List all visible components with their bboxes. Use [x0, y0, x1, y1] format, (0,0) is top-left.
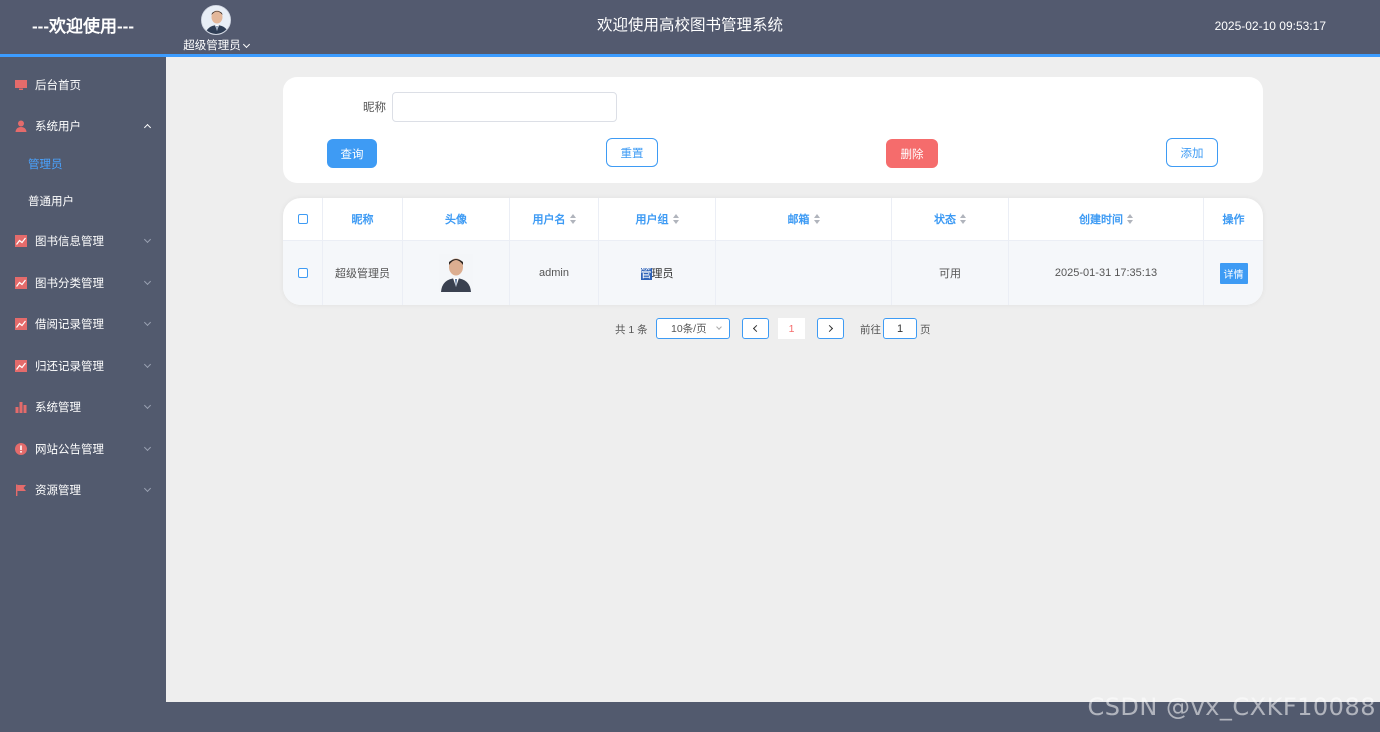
- sidebar-item-label: 后台首页: [35, 80, 81, 92]
- sidebar-subitem-admins[interactable]: 管理员: [0, 146, 166, 182]
- avatar: [439, 254, 473, 292]
- sidebar-item-label: 网站公告管理: [35, 444, 104, 456]
- cell-username: admin: [510, 241, 599, 305]
- table-header: 昵称 头像 用户名 用户组 邮箱 状态 创建时间 操作: [283, 198, 1263, 241]
- sort-icon[interactable]: [960, 214, 966, 224]
- column-header-status[interactable]: 状态: [892, 198, 1009, 240]
- column-header-user-group[interactable]: 用户组: [599, 198, 716, 240]
- cell-nickname: 超级管理员: [323, 241, 403, 305]
- cell-actions: 详情: [1204, 241, 1263, 305]
- sidebar-item-system-management[interactable]: 系统管理: [0, 387, 166, 427]
- sidebar-item-resources[interactable]: 资源管理: [0, 470, 166, 510]
- row-checkbox[interactable]: [297, 268, 308, 278]
- cell-avatar: [403, 241, 510, 305]
- sidebar-item-label: 资源管理: [35, 485, 81, 497]
- bar-chart-icon: [15, 401, 27, 413]
- sidebar-item-system-users[interactable]: 系统用户: [0, 106, 166, 146]
- cell-created-time: 2025-01-31 17:35:13: [1009, 241, 1204, 305]
- goto-page-input[interactable]: [883, 318, 917, 339]
- sidebar-subitem-normal-users[interactable]: 普通用户: [0, 183, 166, 219]
- chevron-down-icon: [143, 484, 152, 493]
- cell-email: [716, 241, 892, 305]
- page-size-select[interactable]: 10条/页: [656, 318, 730, 339]
- sidebar-item-label: 图书信息管理: [35, 236, 104, 248]
- sidebar-item-return-records[interactable]: 归还记录管理: [0, 346, 166, 386]
- sort-icon[interactable]: [1127, 214, 1133, 224]
- column-header-actions: 操作: [1222, 214, 1245, 226]
- pagination-total: 共 1 条: [615, 324, 648, 336]
- chevron-down-icon: [143, 277, 152, 286]
- prev-page-button[interactable]: [742, 318, 769, 339]
- table-row: 超级管理员 admin 管理员 可用 2025-01-31 17:35:13 详…: [283, 241, 1263, 305]
- goto-label: 前往: [860, 324, 881, 336]
- sort-icon[interactable]: [672, 214, 679, 224]
- delete-button[interactable]: 删除: [886, 139, 938, 168]
- chevron-down-icon: [143, 401, 152, 410]
- cell-status: 可用: [892, 241, 1009, 305]
- selected-text: 管: [640, 268, 652, 280]
- current-datetime: 2025-02-10 09:53:17: [1214, 19, 1326, 33]
- chart-line-icon: [15, 318, 27, 330]
- column-header-avatar: 头像: [403, 198, 510, 240]
- column-header-email[interactable]: 邮箱: [716, 198, 892, 240]
- chart-line-icon: [15, 235, 27, 247]
- column-header-username[interactable]: 用户名: [510, 198, 599, 240]
- user-menu[interactable]: 超级管理员: [180, 5, 252, 53]
- next-page-button[interactable]: [817, 318, 844, 339]
- page-number-1[interactable]: 1: [778, 318, 805, 339]
- sidebar-item-label: 图书分类管理: [35, 278, 104, 290]
- chevron-down-icon: [143, 318, 152, 327]
- sidebar-item-announcements[interactable]: 网站公告管理: [0, 429, 166, 469]
- detail-button[interactable]: 详情: [1219, 262, 1248, 284]
- page-size-value: 10条/页: [671, 323, 707, 335]
- brand-title: ---欢迎使用---: [32, 17, 134, 36]
- sort-icon[interactable]: [813, 214, 820, 224]
- chevron-right-icon: [825, 324, 834, 333]
- chevron-up-icon: [143, 123, 152, 132]
- column-header-nickname: 昵称: [323, 198, 403, 240]
- group-text: 理员: [651, 268, 674, 280]
- query-button[interactable]: 查询: [327, 139, 377, 168]
- sidebar-item-label: 借阅记录管理: [35, 319, 104, 331]
- flag-icon: [15, 484, 27, 496]
- chart-line-icon: [15, 360, 27, 372]
- chevron-down-icon: [242, 40, 250, 49]
- sidebar-item-label: 归还记录管理: [35, 361, 104, 373]
- sidebar-item-label: 系统管理: [35, 402, 81, 414]
- user-avatar: [201, 5, 231, 35]
- chevron-left-icon: [752, 324, 761, 333]
- main-content: 昵称 查询 重置 删除 添加 昵称 头像 用户名 用户组 邮箱 状态 创建时间 …: [166, 57, 1380, 702]
- sidebar-item-dashboard[interactable]: 后台首页: [0, 65, 166, 105]
- top-header: ---欢迎使用--- 超级管理员 欢迎使用高校图书管理系统 2025-02-10…: [0, 0, 1380, 54]
- nickname-input[interactable]: [392, 92, 617, 122]
- chevron-down-icon: [143, 235, 152, 244]
- sidebar-item-borrow-records[interactable]: 借阅记录管理: [0, 304, 166, 344]
- sidebar-item-book-category[interactable]: 图书分类管理: [0, 263, 166, 303]
- add-button[interactable]: 添加: [1166, 138, 1218, 167]
- column-header-created-time[interactable]: 创建时间: [1009, 198, 1204, 240]
- watermark: CSDN @vx_CXKF10088: [1087, 693, 1376, 721]
- info-icon: [15, 443, 27, 455]
- sidebar-item-book-info[interactable]: 图书信息管理: [0, 221, 166, 261]
- sidebar: 后台首页 系统用户 管理员 普通用户 图书信息管理 图书分类管理 借阅记录管理: [0, 57, 166, 732]
- chevron-down-icon: [143, 443, 152, 452]
- user-icon: [15, 120, 27, 132]
- sort-icon[interactable]: [569, 214, 576, 224]
- user-name: 超级管理员: [183, 40, 241, 52]
- chevron-down-icon: [716, 324, 722, 330]
- cell-user-group: 管理员: [599, 241, 716, 305]
- reset-button[interactable]: 重置: [606, 138, 658, 167]
- chevron-down-icon: [143, 360, 152, 369]
- search-panel: 昵称 查询 重置 删除 添加: [283, 77, 1263, 183]
- nickname-label: 昵称: [363, 102, 386, 114]
- sidebar-item-label: 系统用户: [35, 121, 81, 133]
- select-all-checkbox[interactable]: [297, 214, 308, 224]
- chart-line-icon: [15, 277, 27, 289]
- users-table: 昵称 头像 用户名 用户组 邮箱 状态 创建时间 操作 超级管理员 admin …: [283, 198, 1263, 305]
- page-suffix-label: 页: [920, 324, 931, 336]
- monitor-icon: [15, 79, 27, 91]
